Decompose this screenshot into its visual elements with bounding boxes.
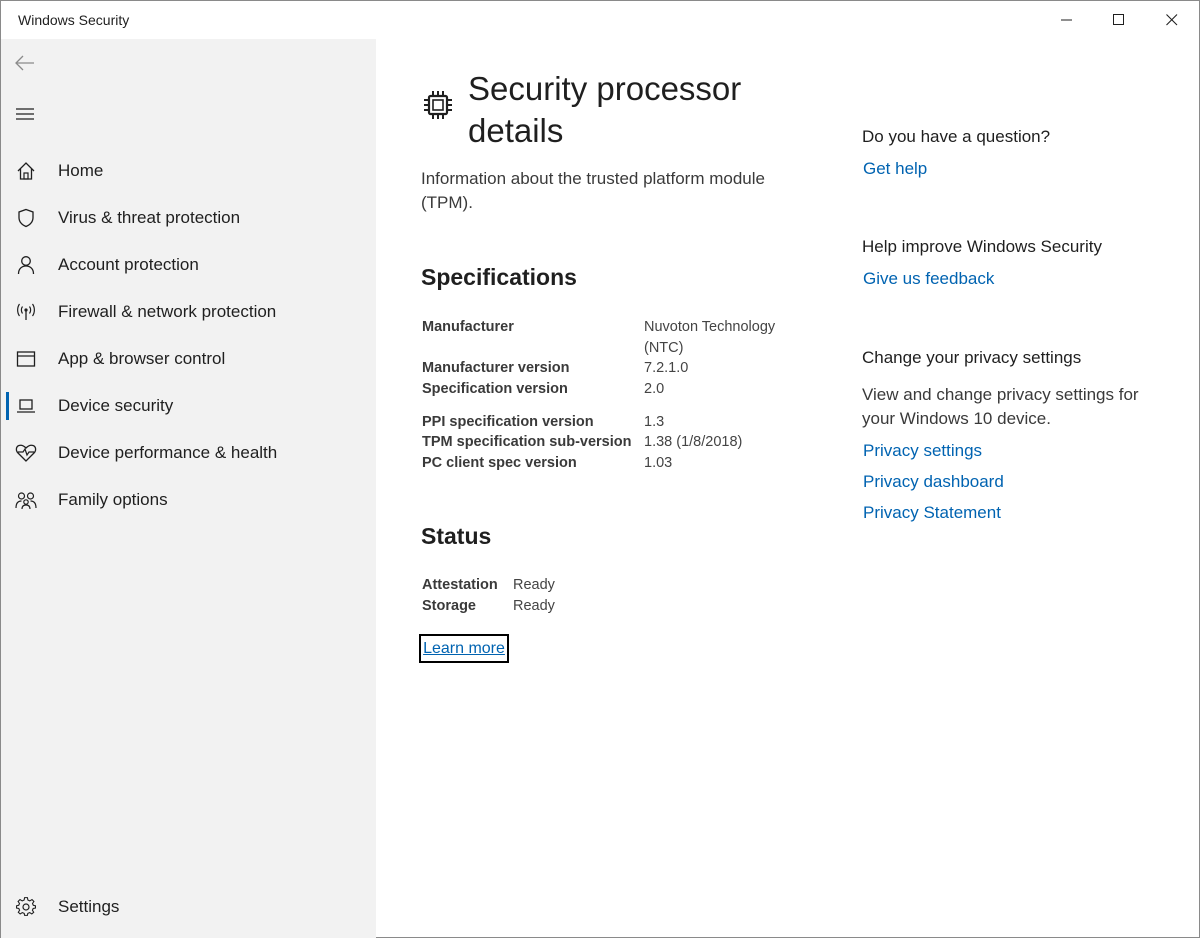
spec-key: Specification version — [422, 381, 568, 397]
question-heading: Do you have a question? — [862, 127, 1051, 146]
sidebar-item-family-options[interactable]: Family options — [1, 478, 376, 522]
spec-key: PC client spec version — [422, 455, 577, 471]
spec-value: 7.2.1.0 — [644, 360, 689, 376]
sidebar-item-app-browser-control[interactable]: App & browser control — [1, 337, 376, 381]
title-bar: Windows Security — [1, 1, 1199, 39]
status-heading: Status — [421, 523, 492, 549]
sidebar-item-label: Virus & threat protection — [58, 208, 241, 227]
sidebar-item-label: Settings — [58, 897, 120, 916]
sidebar-item-label: Firewall & network protection — [58, 302, 277, 321]
spec-key: Manufacturer version — [422, 360, 570, 376]
window-title: Windows Security — [18, 12, 130, 28]
sidebar-item-device-security[interactable]: Device security — [1, 384, 376, 428]
privacy-heading: Change your privacy settings — [862, 348, 1082, 367]
browser-window-icon — [15, 348, 37, 370]
sidebar-item-label: Family options — [58, 490, 168, 509]
give-feedback-link[interactable]: Give us feedback — [863, 269, 994, 289]
spec-key: PPI specification version — [422, 414, 594, 430]
spec-value: 1.38 (1/8/2018) — [644, 434, 743, 450]
selection-indicator — [6, 392, 9, 420]
sidebar-item-label: App & browser control — [58, 349, 226, 368]
sidebar: Home Virus & threat protection Account p… — [1, 39, 376, 938]
chip-icon — [424, 91, 452, 119]
maximize-button[interactable] — [1096, 1, 1142, 39]
sidebar-item-device-performance-health[interactable]: Device performance & health — [1, 431, 376, 475]
status-value: Ready — [513, 598, 555, 614]
spec-value: 1.3 — [644, 414, 665, 430]
heart-pulse-icon — [15, 442, 37, 464]
privacy-description: View and change privacy settings for you… — [862, 385, 1139, 428]
learn-more-link[interactable]: Learn more — [419, 634, 509, 663]
specifications-heading: Specifications — [421, 264, 577, 290]
sidebar-item-label: Home — [58, 161, 104, 180]
minimize-button[interactable] — [1044, 1, 1090, 39]
privacy-settings-link[interactable]: Privacy settings — [863, 441, 982, 461]
sidebar-item-firewall-network-protection[interactable]: Firewall & network protection — [1, 290, 376, 334]
status-key: Storage — [422, 598, 476, 614]
antenna-icon — [15, 301, 37, 323]
get-help-link[interactable]: Get help — [863, 159, 927, 179]
sidebar-item-label: Account protection — [58, 255, 199, 274]
menu-button[interactable] — [5, 94, 45, 134]
windows-security-window: Windows Security Home Virus & threat pro… — [0, 0, 1200, 938]
family-icon — [15, 489, 37, 511]
improve-heading: Help improve Windows Security — [862, 237, 1102, 256]
maximize-icon — [1113, 14, 1124, 25]
gear-icon — [15, 896, 37, 918]
page-description: Information about the trusted platform m… — [421, 169, 765, 212]
main-content: Security processor details Information a… — [376, 39, 816, 938]
laptop-icon — [15, 395, 37, 417]
sidebar-item-label: Device security — [58, 396, 174, 415]
sidebar-item-home[interactable]: Home — [1, 149, 376, 193]
sidebar-item-label: Device performance & health — [58, 443, 278, 462]
spec-key: Manufacturer — [422, 319, 514, 335]
close-button[interactable] — [1149, 1, 1195, 39]
sidebar-item-settings[interactable]: Settings — [1, 885, 376, 929]
spec-value: 2.0 — [644, 381, 665, 397]
privacy-statement-link[interactable]: Privacy Statement — [863, 503, 1001, 523]
shield-icon — [15, 207, 37, 229]
close-icon — [1166, 14, 1178, 26]
home-icon — [15, 160, 37, 182]
back-button[interactable] — [5, 43, 45, 83]
hamburger-icon — [16, 108, 34, 120]
spec-value: Nuvoton Technology (NTC) — [644, 319, 776, 356]
sidebar-item-virus-threat-protection[interactable]: Virus & threat protection — [1, 196, 376, 240]
arrow-left-icon — [15, 55, 34, 71]
status-key: Attestation — [422, 577, 498, 593]
status-value: Ready — [513, 577, 555, 593]
sidebar-item-account-protection[interactable]: Account protection — [1, 243, 376, 287]
spec-value: 1.03 — [644, 455, 673, 471]
privacy-dashboard-link[interactable]: Privacy dashboard — [863, 472, 1004, 492]
page-title: Security processor details — [468, 70, 742, 149]
minimize-icon — [1061, 19, 1072, 21]
spec-key: TPM specification sub-version — [422, 434, 632, 450]
person-icon — [15, 254, 37, 276]
